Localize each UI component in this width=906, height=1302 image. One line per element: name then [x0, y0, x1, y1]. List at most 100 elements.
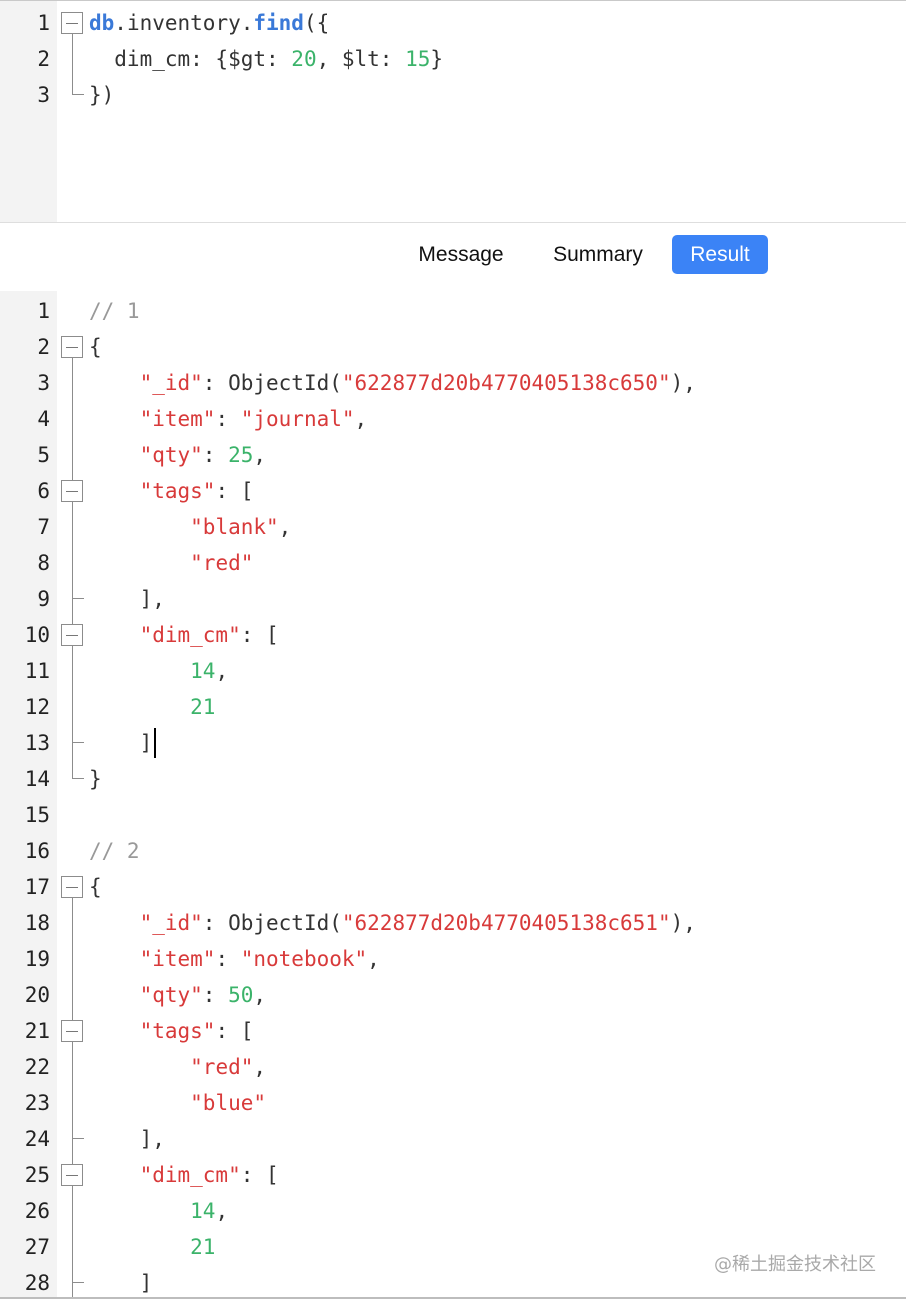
code-line: 12 21 — [0, 689, 906, 725]
code-line: 6 "tags": [ — [0, 473, 906, 509]
code-line: 1 db.inventory.find({ — [0, 5, 906, 41]
fold-end-marker — [72, 742, 84, 743]
code-token: ), — [670, 371, 696, 395]
code-token: // 2 — [89, 839, 140, 863]
line-number: 2 — [37, 335, 50, 359]
code-token: 14 — [190, 659, 216, 683]
fold-toggle-icon[interactable] — [61, 480, 83, 502]
code-text: "item": "notebook", — [89, 941, 380, 977]
code-text: // 1 — [89, 293, 140, 329]
fold-toggle-icon[interactable] — [61, 876, 83, 898]
code-line: 20 "qty": 50, — [0, 977, 906, 1013]
line-number: 25 — [24, 1163, 50, 1187]
code-token: 20 — [291, 47, 317, 71]
code-text: "tags": [ — [89, 473, 254, 509]
code-token: "blank" — [190, 515, 279, 539]
line-number: 2 — [37, 47, 50, 71]
code-token: ], — [89, 1127, 165, 1151]
code-text: ] — [89, 725, 153, 761]
line-number: 24 — [24, 1127, 50, 1151]
code-token: : [ — [215, 479, 254, 503]
watermark: @稀土掘金技术社区 — [714, 1254, 876, 1275]
fold-toggle-icon[interactable] — [61, 336, 83, 358]
code-line: 8 "red" — [0, 545, 906, 581]
query-editor[interactable]: 1 db.inventory.find({2 dim_cm: {$gt: 20, … — [0, 0, 906, 223]
code-token: find — [253, 11, 304, 35]
code-line: 3}) — [0, 77, 906, 113]
code-text: 14, — [89, 653, 228, 689]
code-token: : ObjectId( — [202, 911, 342, 935]
code-token: : ObjectId( — [202, 371, 342, 395]
code-token: ], — [89, 587, 165, 611]
fold-end-marker — [72, 77, 84, 95]
line-number: 1 — [37, 11, 50, 35]
code-line: 10 "dim_cm": [ — [0, 617, 906, 653]
code-token: : [ — [240, 623, 279, 647]
line-number: 27 — [24, 1235, 50, 1259]
code-line: 19 "item": "notebook", — [0, 941, 906, 977]
code-token: : — [202, 983, 229, 1007]
line-number: 20 — [24, 983, 50, 1007]
code-text: "_id": ObjectId("622877d20b4770405138c65… — [89, 905, 696, 941]
code-text: "red" — [89, 545, 253, 581]
code-token: , — [215, 1199, 229, 1223]
tab-summary[interactable]: Summary — [536, 235, 660, 274]
line-number: 9 — [37, 587, 50, 611]
line-number: 21 — [24, 1019, 50, 1043]
code-token: // 1 — [89, 299, 140, 323]
code-token: 21 — [190, 1235, 216, 1259]
code-token: , $lt: — [316, 47, 406, 71]
fold-toggle-icon[interactable] — [61, 624, 83, 646]
code-token: .inventory. — [114, 11, 254, 35]
result-editor[interactable]: 1// 1 2{3 "_id": ObjectId("622877d20b4770… — [0, 291, 906, 1298]
code-token: ] — [89, 1271, 153, 1295]
code-token: ), — [670, 911, 696, 935]
line-number: 23 — [24, 1091, 50, 1115]
code-line: 4 "item": "journal", — [0, 401, 906, 437]
code-token: "blue" — [190, 1091, 267, 1115]
line-number: 10 — [24, 623, 50, 647]
code-text: "red", — [89, 1049, 266, 1085]
code-line: 22 "red", — [0, 1049, 906, 1085]
code-token: 21 — [190, 695, 216, 719]
code-token: , — [367, 947, 380, 971]
code-token: : [ — [240, 1163, 279, 1187]
fold-toggle-icon[interactable] — [61, 1164, 83, 1186]
code-token: ] — [89, 731, 153, 755]
line-number: 4 — [37, 407, 50, 431]
code-line: 5 "qty": 25, — [0, 437, 906, 473]
code-token: : [ — [215, 1019, 254, 1043]
code-token: { — [89, 335, 102, 359]
line-number: 19 — [24, 947, 50, 971]
code-token: db — [89, 11, 115, 35]
code-line: 9 ], — [0, 581, 906, 617]
fold-toggle-icon[interactable] — [61, 1020, 83, 1042]
line-number: 26 — [24, 1199, 50, 1223]
tab-message[interactable]: Message — [402, 235, 520, 274]
code-text: "item": "journal", — [89, 401, 368, 437]
code-token: ({ — [303, 11, 330, 35]
line-number: 17 — [24, 875, 50, 899]
fold-end-marker — [72, 598, 84, 599]
line-number: 15 — [24, 803, 50, 827]
line-number: 1 — [37, 299, 50, 323]
code-line: 17 { — [0, 869, 906, 905]
code-token: "tags" — [139, 1019, 216, 1043]
code-line: 13 ] — [0, 725, 906, 761]
fold-toggle-icon[interactable] — [61, 12, 83, 34]
code-text: db.inventory.find({ — [89, 5, 329, 41]
code-token: 14 — [190, 1199, 216, 1223]
code-token: "dim_cm" — [139, 1163, 241, 1187]
code-text: 21 — [89, 1229, 215, 1265]
code-line: 2{ — [0, 329, 906, 365]
code-line: 21 "tags": [ — [0, 1013, 906, 1049]
tab-result[interactable]: Result — [672, 235, 768, 274]
